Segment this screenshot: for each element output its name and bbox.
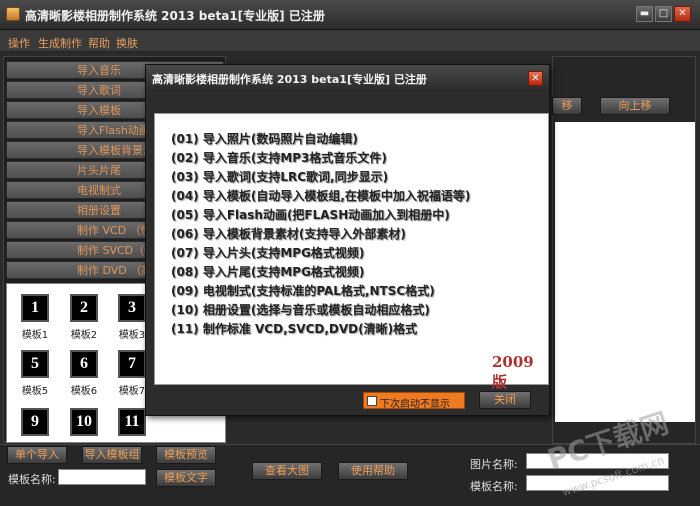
menu-operate[interactable]: 操作: [8, 35, 30, 51]
feature-line: (05) 导入Flash动画(把FLASH动画加入到相册中): [171, 208, 450, 222]
template-number: 11: [118, 408, 146, 436]
feature-line: (02) 导入音乐(支持MP3格式音乐文件): [171, 151, 387, 165]
feature-line: (03) 导入歌词(支持LRC歌词,同步显示): [171, 170, 389, 184]
feature-line: (09) 电视制式(支持标准的PAL格式,NTSC格式): [171, 284, 435, 298]
template-thumb[interactable]: 5 模板5: [15, 350, 55, 397]
template-number: 5: [21, 350, 49, 378]
checkbox-box[interactable]: [367, 396, 377, 406]
menu-help[interactable]: 帮助: [88, 35, 110, 51]
template-number: 9: [21, 408, 49, 436]
image-name-label: 图片名称:: [470, 458, 518, 471]
template-name-input[interactable]: [58, 469, 146, 485]
dialog-close-icon[interactable]: ✕: [528, 71, 543, 86]
dont-show-label: 下次启动不显示: [380, 399, 450, 410]
dialog-close-button[interactable]: 关闭: [479, 391, 531, 409]
menu-bar: 操作 生成制作 帮助 换肤: [0, 30, 700, 52]
template-name-label-2: 模板名称:: [470, 480, 518, 493]
dialog-title: 高清晰影楼相册制作系统 2013 beta1[专业版] 已注册: [152, 73, 427, 86]
feature-line: (07) 导入片头(支持MPG格式视频): [171, 246, 365, 260]
use-help-button[interactable]: 使用帮助: [338, 462, 408, 480]
template-number: 3: [118, 294, 146, 322]
template-thumb[interactable]: 1 模板1: [15, 294, 55, 341]
menu-skin[interactable]: 换肤: [116, 35, 138, 51]
dialog-title-bar: 高清晰影楼相册制作系统 2013 beta1[专业版] 已注册 ✕: [146, 65, 549, 91]
view-large-button[interactable]: 查看大图: [252, 462, 322, 480]
feature-line: (11) 制作标准 VCD,SVCD,DVD(清晰)格式: [171, 322, 418, 336]
app-icon: [6, 7, 20, 21]
template-number: 2: [70, 294, 98, 322]
window-title-bar: 高清晰影楼相册制作系统 2013 beta1[专业版] 已注册 ▬ □ ✕: [0, 0, 700, 30]
feature-line: (08) 导入片尾(支持MPG格式视频): [171, 265, 365, 279]
template-thumb[interactable]: 9: [15, 408, 55, 436]
feature-line: (06) 导入模板背景素材(支持导入外部素材): [171, 227, 406, 241]
template-thumb[interactable]: 2 模板2: [64, 294, 104, 341]
preview-template-button[interactable]: 模板预览: [156, 446, 216, 464]
feature-list: (01) 导入照片(数码照片自动编辑) (02) 导入音乐(支持MP3格式音乐文…: [154, 113, 549, 391]
maximize-button[interactable]: □: [655, 6, 672, 22]
menu-generate[interactable]: 生成制作: [38, 35, 82, 51]
feature-line: (04) 导入模板(自动导入模板组,在模板中加入祝福语等): [171, 189, 471, 203]
minimize-button[interactable]: ▬: [636, 6, 653, 22]
image-list[interactable]: [555, 122, 695, 422]
feature-line: (01) 导入照片(数码照片自动编辑): [171, 132, 358, 146]
import-group-button[interactable]: 导入模板组: [82, 446, 142, 464]
template-number: 6: [70, 350, 98, 378]
version-label: 2009版: [492, 353, 534, 391]
template-thumb[interactable]: 6 模板6: [64, 350, 104, 397]
dont-show-again-checkbox[interactable]: 下次启动不显示: [363, 392, 465, 410]
template-label: 模板1: [21, 330, 49, 341]
template-number: 7: [118, 350, 146, 378]
template-thumb[interactable]: 10: [64, 408, 104, 436]
close-button[interactable]: ✕: [674, 6, 691, 22]
template-label: 模板6: [70, 386, 98, 397]
single-import-button[interactable]: 单个导入: [7, 446, 67, 464]
about-dialog: 高清晰影楼相册制作系统 2013 beta1[专业版] 已注册 ✕ (01) 导…: [145, 64, 550, 416]
feature-line: (10) 相册设置(选择与音乐或模板自动相应格式): [171, 303, 430, 317]
template-label: 模板2: [70, 330, 98, 341]
template-name-label: 模板名称:: [8, 473, 56, 486]
template-number: 10: [70, 408, 98, 436]
template-label: 模板5: [21, 386, 49, 397]
move-up-button[interactable]: 向上移: [600, 97, 670, 115]
move-down-button[interactable]: 移: [552, 97, 582, 115]
template-text-button[interactable]: 模板文字: [156, 469, 216, 487]
window-title: 高清晰影楼相册制作系统 2013 beta1[专业版] 已注册: [25, 9, 325, 23]
template-number: 1: [21, 294, 49, 322]
